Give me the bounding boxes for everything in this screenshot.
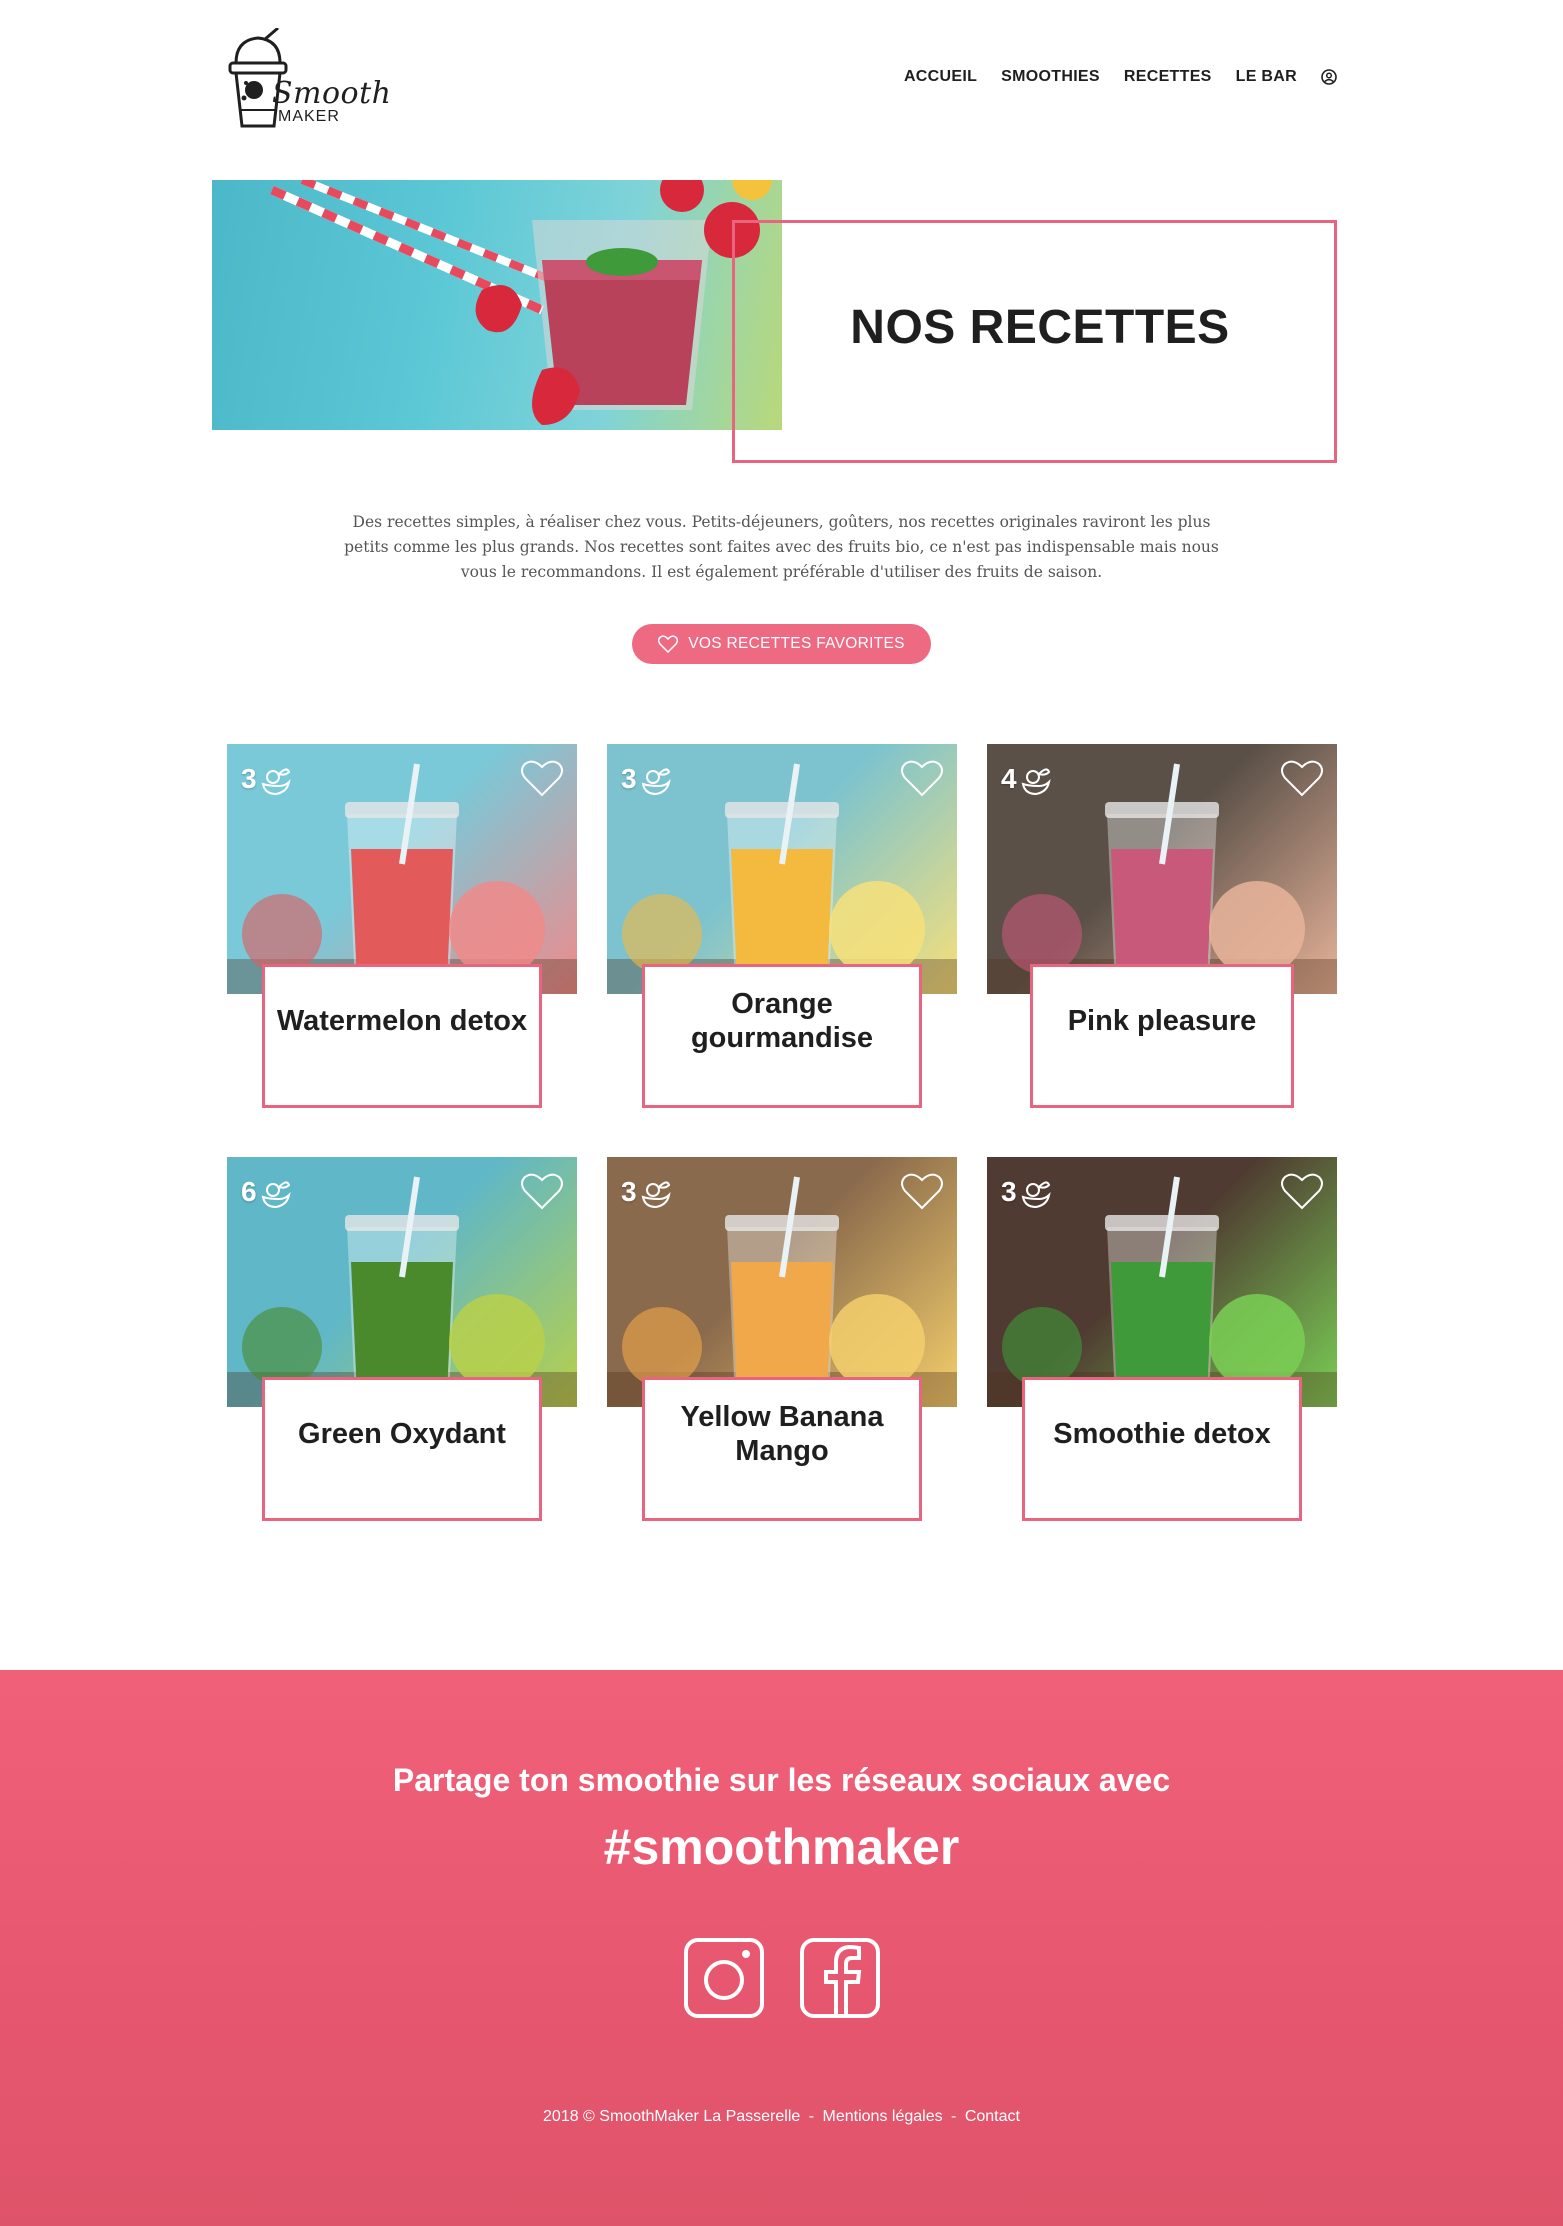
recipe-title-frame: Green Oxydant	[262, 1377, 542, 1521]
page-title: NOS RECETTES	[850, 301, 1230, 354]
ingredient-count: 3	[1001, 1175, 1053, 1209]
nav-link-le-bar[interactable]: LE BAR	[1236, 68, 1297, 86]
nav-link-accueil[interactable]: ACCUEIL	[904, 68, 977, 86]
nav-link-smoothies[interactable]: SMOOTHIES	[1001, 68, 1100, 86]
favorite-heart-icon[interactable]	[901, 758, 943, 798]
ingredient-count-value: 6	[241, 1176, 257, 1207]
contact-link[interactable]: Contact	[965, 2108, 1020, 2125]
favorite-heart-icon[interactable]	[521, 1171, 563, 1211]
recipe-title[interactable]: Green Oxydant	[298, 1417, 506, 1451]
ingredient-count: 3	[621, 762, 673, 796]
recipe-card[interactable]: 3 Watermelon detox	[227, 744, 577, 1114]
intro-text: Des recettes simples, à réaliser chez vo…	[344, 513, 1219, 581]
nav-link-recettes[interactable]: RECETTES	[1124, 68, 1212, 86]
recipe-image: 4	[987, 744, 1337, 994]
footer-hashtag: #smoothmaker	[603, 1819, 960, 1875]
recipe-image: 3	[987, 1157, 1337, 1407]
ingredient-count-value: 3	[241, 763, 257, 794]
recipe-card[interactable]: 3 Orange gourmandise	[607, 744, 957, 1114]
ingredient-count: 3	[241, 762, 293, 796]
favorite-heart-icon[interactable]	[1281, 1171, 1323, 1211]
fruit-icon	[641, 1181, 671, 1209]
ingredient-count-value: 4	[1001, 763, 1017, 794]
heart-icon	[658, 635, 679, 653]
recipe-image: 3	[607, 744, 957, 994]
recipe-title[interactable]: Watermelon detox	[277, 1004, 527, 1038]
logo[interactable]: Smooth MAKER	[226, 28, 391, 133]
main-nav: ACCUEIL SMOOTHIES RECETTES LE BAR	[904, 68, 1337, 86]
legal-separator: -	[951, 2108, 957, 2125]
recipe-card[interactable]: 4 Pink pleasure	[987, 744, 1337, 1114]
fruit-icon	[261, 1181, 291, 1209]
legal-separator: -	[808, 2108, 815, 2125]
recipe-title[interactable]: Pink pleasure	[1068, 1004, 1257, 1038]
hero-image	[212, 180, 782, 430]
copyright-text: 2018 © SmoothMaker La Passerelle	[543, 2108, 801, 2125]
fruit-icon	[261, 768, 291, 796]
recipe-title-frame: Smoothie detox	[1022, 1377, 1302, 1521]
facebook-icon[interactable]	[800, 1938, 880, 2018]
favorite-heart-icon[interactable]	[901, 1171, 943, 1211]
favorite-recipes-label: VOS RECETTES FAVORITES	[688, 635, 905, 652]
recipe-card[interactable]: 3 Yellow Banana Mango	[607, 1157, 957, 1527]
footer-legal: 2018 © SmoothMaker La Passerelle - Menti…	[0, 2108, 1563, 2126]
ingredient-count: 3	[621, 1175, 673, 1209]
ingredient-count-value: 3	[1001, 1176, 1017, 1207]
recipe-image: 3	[227, 744, 577, 994]
recipe-title-frame: Watermelon detox	[262, 964, 542, 1108]
instagram-icon[interactable]	[684, 1938, 764, 2018]
recipe-title-frame: Pink pleasure	[1030, 964, 1294, 1108]
favorite-heart-icon[interactable]	[521, 758, 563, 798]
favorite-heart-icon[interactable]	[1281, 758, 1323, 798]
ingredient-count-value: 3	[621, 1176, 637, 1207]
recipe-title[interactable]: Smoothie detox	[1053, 1417, 1271, 1451]
logo-subtext: MAKER	[278, 108, 340, 125]
recipe-title-frame: Yellow Banana Mango	[642, 1377, 922, 1521]
recipe-title[interactable]: Yellow Banana Mango	[655, 1400, 909, 1468]
recipe-card[interactable]: 6 Green Oxydant	[227, 1157, 577, 1527]
ingredient-count-value: 3	[621, 763, 637, 794]
logo-text: Smooth	[272, 76, 392, 111]
mentions-legales-link[interactable]: Mentions légales	[823, 2108, 943, 2125]
recipe-title[interactable]: Orange gourmandise	[655, 987, 909, 1055]
favorite-recipes-button[interactable]: VOS RECETTES FAVORITES	[632, 624, 931, 664]
recipe-title-frame: Orange gourmandise	[642, 964, 922, 1108]
ingredient-count: 4	[1001, 762, 1053, 796]
site-footer: Partage ton smoothie sur les réseaux soc…	[0, 1670, 1563, 2226]
site-header: Smooth MAKER ACCUEIL SMOOTHIES RECETTES …	[0, 0, 1563, 160]
footer-share-text: Partage ton smoothie sur les réseaux soc…	[392, 1762, 1171, 1798]
recipe-image: 3	[607, 1157, 957, 1407]
recipe-card[interactable]: 3 Smoothie detox	[987, 1157, 1337, 1527]
ingredient-count: 6	[241, 1175, 293, 1209]
recipe-image: 6	[227, 1157, 577, 1407]
fruit-icon	[641, 768, 671, 796]
fruit-icon	[1021, 1181, 1051, 1209]
fruit-icon	[1021, 768, 1051, 796]
user-account-icon[interactable]	[1321, 69, 1337, 85]
